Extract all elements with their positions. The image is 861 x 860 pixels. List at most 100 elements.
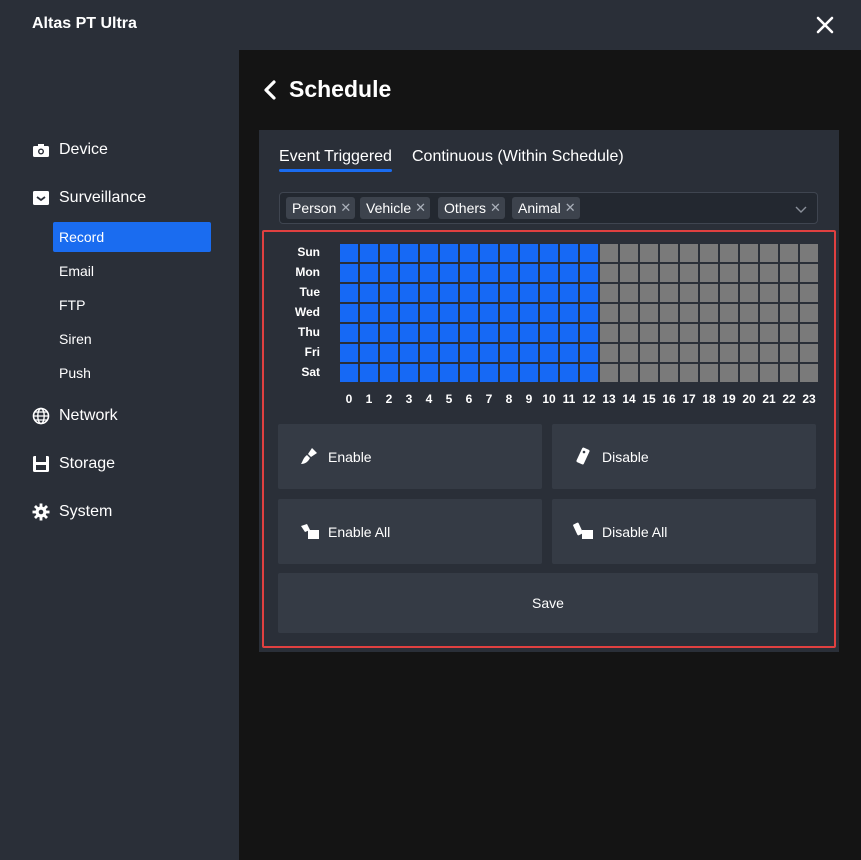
schedule-cell[interactable]	[360, 284, 378, 302]
schedule-cell[interactable]	[500, 364, 518, 382]
schedule-cell[interactable]	[760, 344, 778, 362]
schedule-cell[interactable]	[780, 304, 798, 322]
schedule-cell[interactable]	[400, 304, 418, 322]
schedule-cell[interactable]	[420, 304, 438, 322]
sidebar-subitem-siren[interactable]: Siren	[53, 324, 211, 354]
schedule-cell[interactable]	[740, 244, 758, 262]
schedule-cell[interactable]	[780, 324, 798, 342]
schedule-cell[interactable]	[680, 284, 698, 302]
schedule-cell[interactable]	[480, 264, 498, 282]
schedule-cell[interactable]	[500, 244, 518, 262]
schedule-cell[interactable]	[500, 304, 518, 322]
schedule-cell[interactable]	[480, 244, 498, 262]
schedule-cell[interactable]	[680, 244, 698, 262]
schedule-cell[interactable]	[700, 304, 718, 322]
schedule-cell[interactable]	[680, 324, 698, 342]
schedule-cell[interactable]	[400, 324, 418, 342]
schedule-cell[interactable]	[800, 344, 818, 362]
disable-all-button[interactable]: Disable All	[552, 499, 816, 564]
schedule-cell[interactable]	[620, 344, 638, 362]
schedule-cell[interactable]	[520, 304, 538, 322]
schedule-cell[interactable]	[780, 244, 798, 262]
tab-event-triggered[interactable]: Event Triggered	[279, 148, 392, 166]
schedule-cell[interactable]	[460, 324, 478, 342]
schedule-cell[interactable]	[400, 344, 418, 362]
schedule-cell[interactable]	[460, 304, 478, 322]
schedule-cell[interactable]	[620, 284, 638, 302]
sidebar-item-device[interactable]: Device	[32, 138, 108, 162]
schedule-cell[interactable]	[720, 284, 738, 302]
schedule-cell[interactable]	[520, 264, 538, 282]
schedule-cell[interactable]	[680, 264, 698, 282]
schedule-cell[interactable]	[560, 264, 578, 282]
schedule-cell[interactable]	[660, 264, 678, 282]
schedule-cell[interactable]	[380, 244, 398, 262]
schedule-cell[interactable]	[460, 284, 478, 302]
schedule-cell[interactable]	[800, 244, 818, 262]
schedule-cell[interactable]	[360, 304, 378, 322]
schedule-cell[interactable]	[420, 244, 438, 262]
sidebar-item-storage[interactable]: Storage	[32, 452, 115, 476]
sidebar-item-surveillance[interactable]: Surveillance	[32, 186, 146, 210]
schedule-cell[interactable]	[540, 284, 558, 302]
schedule-cell[interactable]	[380, 324, 398, 342]
sidebar-subitem-push[interactable]: Push	[53, 358, 211, 388]
schedule-cell[interactable]	[740, 344, 758, 362]
schedule-cell[interactable]	[480, 304, 498, 322]
schedule-cell[interactable]	[560, 284, 578, 302]
schedule-cell[interactable]	[700, 244, 718, 262]
schedule-cell[interactable]	[580, 304, 598, 322]
schedule-cell[interactable]	[360, 344, 378, 362]
schedule-cell[interactable]	[340, 344, 358, 362]
schedule-cell[interactable]	[460, 244, 478, 262]
disable-button[interactable]: Disable	[552, 424, 816, 489]
schedule-cell[interactable]	[720, 264, 738, 282]
schedule-cell[interactable]	[780, 284, 798, 302]
schedule-cell[interactable]	[520, 344, 538, 362]
schedule-cell[interactable]	[520, 364, 538, 382]
schedule-cell[interactable]	[660, 344, 678, 362]
sidebar-subitem-email[interactable]: Email	[53, 256, 211, 286]
schedule-cell[interactable]	[640, 304, 658, 322]
schedule-cell[interactable]	[440, 344, 458, 362]
schedule-cell[interactable]	[760, 324, 778, 342]
schedule-cell[interactable]	[400, 244, 418, 262]
schedule-cell[interactable]	[340, 244, 358, 262]
schedule-cell[interactable]	[720, 304, 738, 322]
schedule-cell[interactable]	[680, 364, 698, 382]
schedule-cell[interactable]	[420, 284, 438, 302]
schedule-cell[interactable]	[420, 264, 438, 282]
sidebar-subitem-ftp[interactable]: FTP	[53, 290, 211, 320]
schedule-cell[interactable]	[740, 284, 758, 302]
schedule-cell[interactable]	[620, 304, 638, 322]
schedule-cell[interactable]	[680, 344, 698, 362]
schedule-cell[interactable]	[420, 324, 438, 342]
schedule-cell[interactable]	[580, 324, 598, 342]
remove-chip-icon[interactable]: ✕	[415, 200, 426, 216]
schedule-cell[interactable]	[480, 324, 498, 342]
schedule-cell[interactable]	[620, 364, 638, 382]
schedule-cell[interactable]	[740, 324, 758, 342]
schedule-cell[interactable]	[480, 344, 498, 362]
save-button[interactable]: Save	[278, 573, 818, 633]
schedule-cell[interactable]	[760, 244, 778, 262]
close-icon[interactable]	[812, 12, 838, 38]
schedule-cell[interactable]	[500, 264, 518, 282]
schedule-cell[interactable]	[660, 284, 678, 302]
schedule-cell[interactable]	[760, 284, 778, 302]
schedule-cell[interactable]	[560, 244, 578, 262]
schedule-cell[interactable]	[660, 244, 678, 262]
remove-chip-icon[interactable]: ✕	[490, 200, 501, 216]
schedule-cell[interactable]	[700, 284, 718, 302]
schedule-cell[interactable]	[660, 324, 678, 342]
schedule-cell[interactable]	[580, 364, 598, 382]
schedule-cell[interactable]	[780, 344, 798, 362]
schedule-cell[interactable]	[340, 304, 358, 322]
schedule-cell[interactable]	[740, 304, 758, 322]
schedule-cell[interactable]	[560, 364, 578, 382]
schedule-cell[interactable]	[540, 364, 558, 382]
schedule-cell[interactable]	[540, 344, 558, 362]
schedule-cell[interactable]	[620, 244, 638, 262]
schedule-cell[interactable]	[800, 364, 818, 382]
schedule-cell[interactable]	[560, 304, 578, 322]
